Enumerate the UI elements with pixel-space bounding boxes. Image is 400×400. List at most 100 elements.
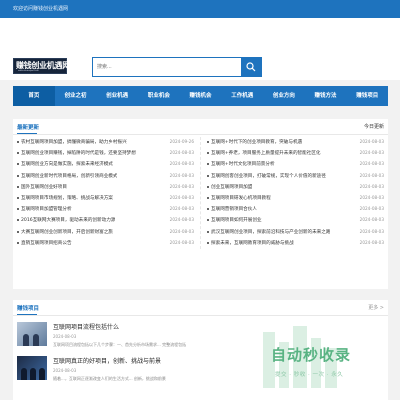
list-item[interactable]: 创业互联网项目加盟 2024-08-03 [207, 182, 384, 193]
list-item[interactable]: 互联网创客创业项目，打破常规，实现个人价值的新途径 2024-08-03 [207, 171, 384, 182]
list-item-title[interactable]: 互联网+时代文化项目前景分析 [211, 161, 275, 167]
list-item[interactable]: 互联网+时代下的创业项目教育，突破与机遇 2024-08-03 [207, 137, 384, 148]
list-item-title[interactable]: 创业互联网项目加盟 [211, 184, 252, 190]
bullet-icon [17, 141, 19, 143]
list-item-date: 2024-08-03 [359, 228, 384, 234]
list-item[interactable]: 互联网项目加盟管理分析 2024-08-03 [17, 204, 194, 215]
list-item-title[interactable]: 互联网项目研发心机项目教程 [211, 195, 271, 201]
list-item-title[interactable]: 互联网项目加盟管理分析 [21, 206, 72, 212]
bullet-icon [17, 174, 19, 177]
latest-list-right: 互联网+时代下的创业项目教育，突破与机遇 2024-08-03 互联网+养老，项目… [201, 137, 384, 249]
bullet-icon [17, 163, 19, 166]
project-date: 2024-08-03 [53, 334, 77, 339]
nav-item[interactable]: 赚钱机会 [180, 86, 222, 106]
list-item-title[interactable]: 2016互联网大赛项目，驱动未来的创新动力源 [21, 217, 115, 223]
project-item[interactable]: 互联网项目流程包括什么 2024-08-03 互联网项目流程包括以下几个步骤：一… [13, 316, 388, 354]
list-item-title[interactable]: 直销互联网项目招商公告 [21, 240, 72, 246]
list-item[interactable]: 直销互联网项目招商公告 2024-08-03 [17, 238, 194, 249]
list-item-date: 2024-08-03 [169, 161, 194, 167]
list-item-date: 2024-08-03 [359, 206, 384, 212]
project-title[interactable]: 互联网项目流程包括什么 [53, 322, 186, 331]
project-excerpt: 随着...，互联网正逐渐改变人们的生活方式... 创新，挑战和前景 [53, 376, 166, 381]
logo-subtext: www.zhuanqian.com [18, 70, 39, 72]
figure-icon [30, 368, 36, 380]
bullet-icon [207, 141, 209, 143]
list-item-date: 2024-08-03 [169, 194, 194, 200]
project-item[interactable]: 互联网真正的好项目，创新、挑战与前景 2024-08-03 随着...，互联网正… [13, 354, 388, 388]
nav-item[interactable]: 创业方向 [263, 86, 305, 106]
list-item-title[interactable]: 互联网项目如何开展创业 [211, 217, 262, 223]
bullet-icon [207, 185, 209, 188]
projects-panel-header: 赚钱项目 更多 > [13, 300, 388, 316]
list-item[interactable]: 大赛互联网创业创新项目，开启创新财富之旅 2024-08-03 [17, 227, 194, 238]
list-item[interactable]: 武汉互联网创业项目，探索前沿科技与产业创新的未来之路 2024-08-03 [207, 227, 384, 238]
list-item-title[interactable]: 农村互联网项目加盟，搞懂微商骗局，助力乡村振兴 [21, 139, 127, 145]
nav-item[interactable]: 职业机会 [138, 86, 180, 106]
nav-item[interactable]: 创业机遇 [96, 86, 138, 106]
list-item-date: 2024-08-03 [359, 161, 384, 167]
list-item-title[interactable]: 武汉互联网创业项目，探索前沿科技与产业创新的未来之路 [211, 229, 330, 235]
list-item-date: 2024-08-03 [359, 217, 384, 223]
search-icon [246, 62, 256, 72]
figure-icon [21, 368, 27, 380]
list-item-title[interactable]: 大赛互联网创业创新项目，开启创新财富之旅 [21, 229, 113, 235]
list-item[interactable]: 互联网项目市场规划，策略、挑战与解决方案 2024-08-03 [17, 193, 194, 204]
list-item[interactable]: 探索未来，互联网教育项目的威胁与挑战 2024-08-03 [207, 238, 384, 249]
list-item[interactable]: 互联网营销项目合伙人 2024-08-03 [207, 204, 384, 215]
list-item-title[interactable]: 互联网营销项目合伙人 [211, 206, 257, 212]
nav-item[interactable]: 创业之初 [55, 86, 97, 106]
list-item-title[interactable]: 国外互联网创业好项目 [21, 184, 67, 190]
list-item-date: 2024-09-26 [169, 139, 194, 144]
list-item-title[interactable]: 互联网+养老，项目服务上质量提升未来的智能社区化 [211, 150, 321, 156]
top-welcome-bar: 欢迎访问赚钱创业机遇网 [0, 0, 400, 18]
nav-item[interactable]: 赚钱方法 [305, 86, 347, 106]
list-item-date: 2024-08-03 [359, 150, 384, 156]
list-item[interactable]: 互联网项目研发心机项目教程 2024-08-03 [207, 193, 384, 204]
site-logo[interactable]: 赚钱创业机遇网 www.zhuanqian.com [13, 58, 70, 74]
bullet-icon [207, 219, 209, 222]
list-item-title[interactable]: 互联网+时代下的创业项目教育，突破与机遇 [211, 139, 302, 145]
list-item-title[interactable]: 互联网创业项目赚钱，掉陷阱的时代是钱，还要坚持梦想 [21, 150, 136, 156]
list-item[interactable]: 互联网+养老，项目服务上质量提升未来的智能社区化 2024-08-03 [207, 148, 384, 159]
bullet-icon [17, 185, 19, 188]
list-item-title[interactable]: 互联网创客创业项目，打破常规，实现个人价值的新途径 [211, 173, 326, 179]
list-item[interactable]: 互联网+时代文化项目前景分析 2024-08-03 [207, 159, 384, 170]
header: 赚钱创业机遇网 www.zhuanqian.com [0, 18, 400, 80]
nav-item[interactable]: 赚钱项目 [346, 86, 388, 106]
list-item[interactable]: 互联网创业项目赚钱，掉陷阱的时代是钱，还要坚持梦想 2024-08-03 [17, 148, 194, 159]
bullet-icon [207, 174, 209, 177]
figure-icon [33, 334, 39, 346]
project-date: 2024-08-03 [53, 368, 77, 373]
list-item-date: 2024-08-03 [359, 194, 384, 200]
list-item[interactable]: 互联网创业方向是做实施，探索未来经济模式 2024-08-03 [17, 159, 194, 170]
list-item-title[interactable]: 互联网创业新时代项目格局，创新引领商业模式 [21, 173, 117, 179]
list-item[interactable]: 农村互联网项目加盟，搞懂微商骗局，助力乡村振兴 2024-09-26 [17, 137, 194, 148]
list-item[interactable]: 国外互联网创业好项目 2024-08-03 [17, 182, 194, 193]
list-item-date: 2024-08-03 [169, 239, 194, 245]
latest-list-left: 农村互联网项目加盟，搞懂微商骗局，助力乡村振兴 2024-09-26 互联网创业项… [17, 137, 201, 249]
list-item[interactable]: 2016互联网大赛项目，驱动未来的创新动力源 2024-08-03 [17, 215, 194, 226]
projects-panel: 赚钱项目 更多 > 互联网项目流程包括什么 2024-08-03 互联网项目流程… [13, 300, 388, 400]
list-item[interactable]: 互联网项目如何开展创业 2024-08-03 [207, 215, 384, 226]
list-item-title[interactable]: 探索未来，互联网教育项目的威胁与挑战 [211, 240, 294, 246]
nav-item[interactable]: 工作机遇 [221, 86, 263, 106]
project-thumbnail[interactable] [17, 356, 47, 380]
nav-item-home[interactable]: 首页 [13, 86, 55, 106]
project-thumbnail[interactable] [17, 322, 47, 346]
search-box [92, 57, 262, 77]
latest-panel: 最新更新 今日更新 农村互联网项目加盟，搞懂微商骗局，助力乡村振兴 2024-09… [13, 119, 388, 289]
search-input[interactable] [93, 58, 243, 76]
more-link[interactable]: 更多 > [368, 304, 384, 311]
bullet-icon [17, 219, 19, 222]
bullet-icon [17, 241, 19, 244]
list-item-title[interactable]: 互联网项目市场规划，策略、挑战与解决方案 [21, 195, 113, 201]
project-excerpt: 互联网项目流程包括以下几个步骤：一、首先分析市场需求... 完整流程包括 [53, 342, 187, 347]
list-item-title[interactable]: 互联网创业方向是做实施，探索未来经济模式 [21, 161, 113, 167]
list-item-date: 2024-08-03 [169, 206, 194, 212]
search-button[interactable] [241, 58, 261, 76]
list-item[interactable]: 互联网创业新时代项目格局，创新引领商业模式 2024-08-03 [17, 171, 194, 182]
project-title[interactable]: 互联网真正的好项目，创新、挑战与前景 [53, 356, 166, 365]
bullet-icon [207, 196, 209, 199]
bullet-icon [207, 163, 209, 166]
list-item-date: 2024-08-03 [169, 217, 194, 223]
